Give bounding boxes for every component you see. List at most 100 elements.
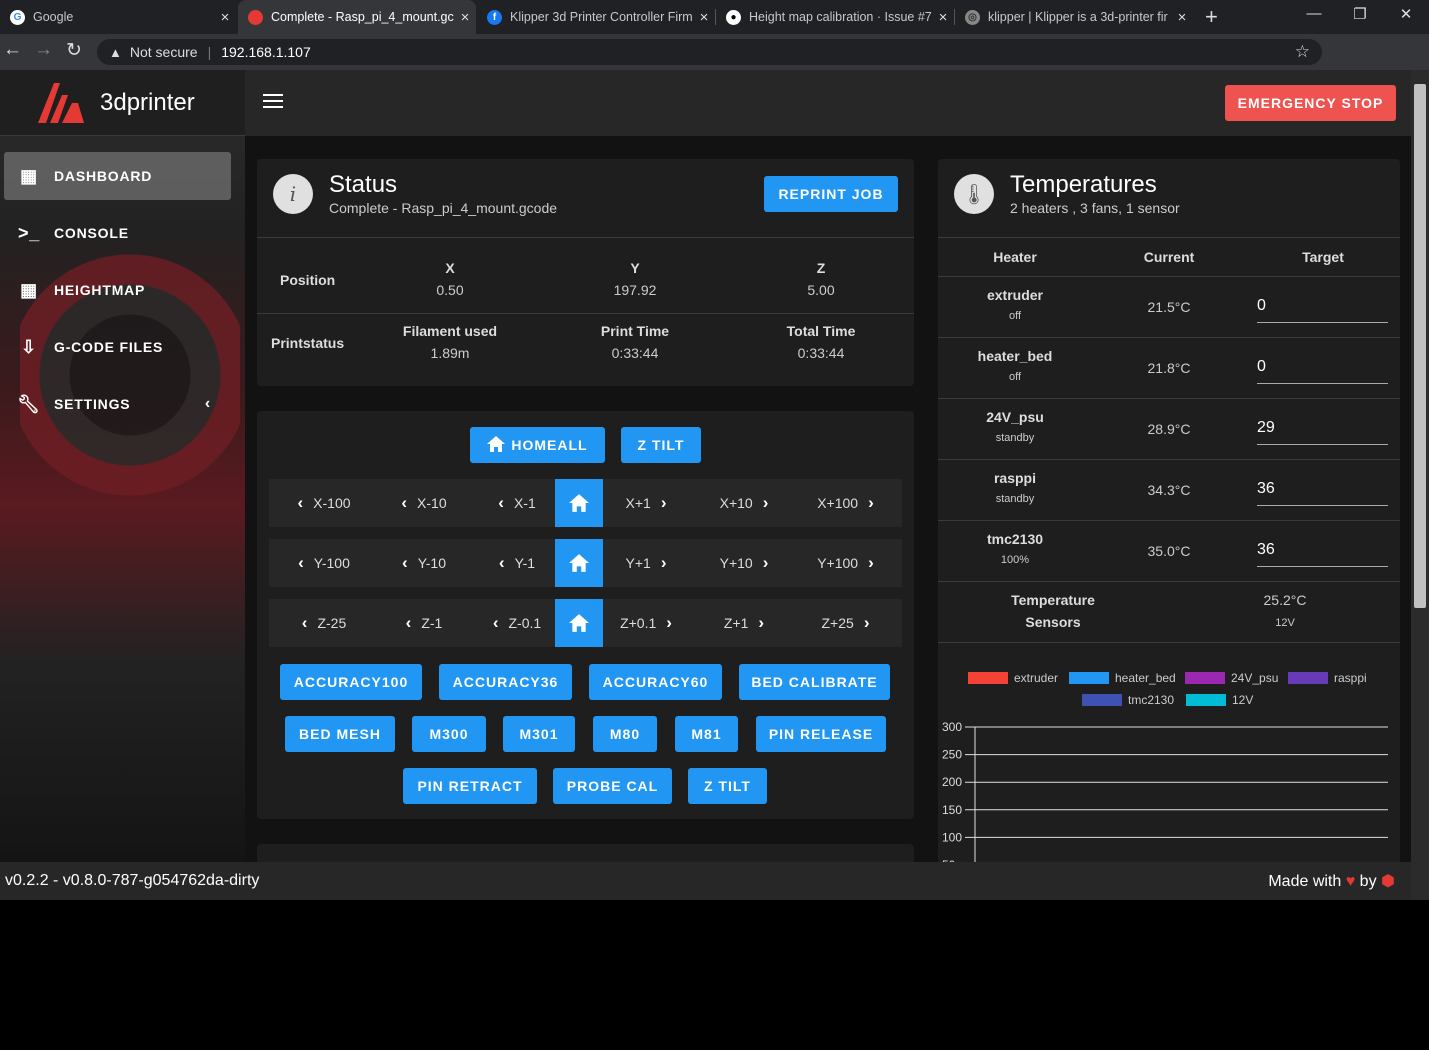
macro-bed-calibrate-button[interactable]: BED CALIBRATE bbox=[739, 664, 890, 700]
macro-accuracy36-button[interactable]: ACCURACY36 bbox=[439, 664, 572, 700]
macro-m81-button[interactable]: M81 bbox=[675, 716, 738, 752]
homeall-button[interactable]: HOMEALL bbox=[470, 427, 605, 463]
close-tab-icon[interactable]: × bbox=[454, 9, 476, 26]
legend-tmc2130[interactable]: tmc2130 bbox=[1082, 693, 1174, 707]
sidebar-item-gcode-files[interactable]: ⇩ G-CODE FILES bbox=[4, 323, 231, 371]
legend-heater-bed[interactable]: heater_bed bbox=[1069, 671, 1176, 685]
scrollbar-thumb[interactable] bbox=[1414, 84, 1426, 608]
tab-google[interactable]: G Google × bbox=[0, 0, 236, 34]
jog-y-plus-10[interactable]: Y+10 › bbox=[699, 539, 799, 587]
back-icon[interactable]: ← bbox=[3, 39, 22, 61]
jog-z-minus-1[interactable]: ‹ Z-1 bbox=[369, 599, 469, 647]
home-x-button[interactable] bbox=[555, 479, 603, 527]
jog-z-minus-25[interactable]: ‹ Z-25 bbox=[269, 599, 369, 647]
tab-klipper[interactable]: ◎ klipper | Klipper is a 3d-printer fir … bbox=[955, 0, 1193, 34]
legend-label: heater_bed bbox=[1115, 671, 1176, 685]
close-tab-icon[interactable]: × bbox=[932, 9, 954, 26]
reload-icon[interactable]: ↻ bbox=[66, 39, 82, 62]
chevron-right-icon: › bbox=[660, 493, 667, 512]
tab-facebook[interactable]: f Klipper 3d Printer Controller Firm × bbox=[477, 0, 715, 34]
jog-label: Y+1 bbox=[625, 555, 651, 571]
minimize-icon[interactable]: — bbox=[1299, 5, 1329, 22]
stat-label: Print Time bbox=[600, 323, 670, 339]
maximize-icon[interactable]: ❐ bbox=[1345, 5, 1375, 23]
home-y-button[interactable] bbox=[555, 539, 603, 587]
new-tab-icon[interactable]: + bbox=[1205, 4, 1218, 30]
macro-m300-button[interactable]: M300 bbox=[412, 716, 486, 752]
close-tab-icon[interactable]: × bbox=[693, 9, 715, 26]
fan-row-24v-psu: 24V_psu standby 28.9°C 29 bbox=[938, 398, 1400, 459]
jog-z-plus-1[interactable]: Z+1 › bbox=[699, 599, 799, 647]
jog-z-minus-0-1[interactable]: ‹ Z-0.1 bbox=[469, 599, 555, 647]
legend-12v[interactable]: 12V bbox=[1186, 693, 1253, 707]
mainsail-app: 3dprinter ▦ DASHBOARD >_ CONSOLE ▦ HEIGH… bbox=[0, 70, 1429, 900]
heater-target-input[interactable]: 29 bbox=[1257, 411, 1388, 445]
close-tab-icon[interactable]: × bbox=[214, 9, 236, 26]
app-logo[interactable]: 3dprinter bbox=[0, 70, 245, 136]
warning-icon: ▲ bbox=[109, 44, 122, 60]
jog-x-plus-1[interactable]: X+1 › bbox=[603, 479, 699, 527]
macro-pin-release-button[interactable]: PIN RELEASE bbox=[756, 716, 886, 752]
legend-extruder[interactable]: extruder bbox=[968, 671, 1058, 685]
macro-accuracy60-button[interactable]: ACCURACY60 bbox=[589, 664, 722, 700]
jog-y-plus-1[interactable]: Y+1 › bbox=[603, 539, 699, 587]
heater-target-input[interactable]: 36 bbox=[1257, 533, 1388, 567]
app-name: 3dprinter bbox=[100, 88, 195, 116]
legend-swatch bbox=[1288, 672, 1328, 684]
tab-github[interactable]: ● Height map calibration · Issue #7 × bbox=[716, 0, 954, 34]
legend-24v-psu[interactable]: 24V_psu bbox=[1185, 671, 1278, 685]
macro-m301-button[interactable]: M301 bbox=[503, 716, 575, 752]
jog-label: X-10 bbox=[417, 495, 447, 511]
z-tilt-button[interactable]: Z TILT bbox=[621, 427, 701, 463]
tab-title: Complete - Rasp_pi_4_mount.gco bbox=[271, 10, 454, 24]
macro-z-tilt-button[interactable]: Z TILT bbox=[688, 768, 767, 804]
macro-accuracy100-button[interactable]: ACCURACY100 bbox=[280, 664, 422, 700]
security-label: Not secure bbox=[129, 44, 198, 60]
close-window-icon[interactable]: ✕ bbox=[1391, 5, 1421, 23]
status-filename: Complete - Rasp_pi_4_mount.gcode bbox=[329, 200, 558, 216]
temperatures-subtitle: 2 heaters , 3 fans, 1 sensor bbox=[1010, 200, 1180, 216]
jog-y-minus-100[interactable]: ‹ Y-100 bbox=[269, 539, 369, 587]
home-z-button[interactable] bbox=[555, 599, 603, 647]
dashboard-icon: ▦ bbox=[20, 165, 38, 186]
url-text[interactable]: 192.168.1.107 bbox=[221, 44, 311, 60]
address-bar[interactable]: ▲ Not secure | 192.168.1.107 ☆ bbox=[97, 39, 1322, 65]
jog-x-plus-100[interactable]: X+100 › bbox=[799, 479, 902, 527]
menu-icon[interactable] bbox=[263, 94, 283, 110]
jog-x-minus-10[interactable]: ‹ X-10 bbox=[369, 479, 469, 527]
heater-name: heater_bed bbox=[977, 348, 1053, 364]
chevron-left-icon[interactable]: ‹ bbox=[205, 395, 211, 413]
sidebar-item-dashboard[interactable]: ▦ DASHBOARD bbox=[4, 152, 231, 200]
chevron-left-icon: ‹ bbox=[298, 553, 304, 572]
macro-pin-retract-button[interactable]: PIN RETRACT bbox=[403, 768, 537, 804]
macro-bed-mesh-button[interactable]: BED MESH bbox=[285, 716, 395, 752]
jog-x-minus-100[interactable]: ‹ X-100 bbox=[269, 479, 369, 527]
fan-row-tmc2130: tmc2130 100% 35.0°C 36 bbox=[938, 520, 1400, 581]
bookmark-star-icon[interactable]: ☆ bbox=[1295, 42, 1310, 62]
jog-x-minus-1[interactable]: ‹ X-1 bbox=[469, 479, 555, 527]
jog-z-plus-0-1[interactable]: Z+0.1 › bbox=[603, 599, 699, 647]
jog-x-plus-10[interactable]: X+10 › bbox=[699, 479, 799, 527]
sidebar-item-console[interactable]: >_ CONSOLE bbox=[4, 209, 231, 257]
tab-printer[interactable]: Complete - Rasp_pi_4_mount.gco × bbox=[238, 0, 476, 34]
close-tab-icon[interactable]: × bbox=[1171, 9, 1193, 26]
y-tick-label: 200 bbox=[942, 775, 962, 789]
page-scrollbar[interactable] bbox=[1411, 70, 1429, 900]
macro-probe-cal-button[interactable]: PROBE CAL bbox=[553, 768, 672, 804]
legend-rasppi[interactable]: rasppi bbox=[1288, 671, 1367, 685]
sidebar-item-heightmap[interactable]: ▦ HEIGHTMAP bbox=[4, 266, 231, 314]
heater-target-input[interactable]: 0 bbox=[1257, 289, 1388, 323]
jog-y-minus-10[interactable]: ‹ Y-10 bbox=[369, 539, 469, 587]
heater-target-input[interactable]: 36 bbox=[1257, 472, 1388, 506]
reprint-job-button[interactable]: REPRINT JOB bbox=[764, 176, 898, 212]
emergency-stop-button[interactable]: EMERGENCY STOP bbox=[1225, 85, 1396, 121]
jog-y-plus-100[interactable]: Y+100 › bbox=[799, 539, 902, 587]
macro-m80-button[interactable]: M80 bbox=[593, 716, 657, 752]
temperatures-card: 🌡︎ Temperatures 2 heaters , 3 fans, 1 se… bbox=[938, 159, 1400, 862]
jog-y-minus-1[interactable]: ‹ Y-1 bbox=[469, 539, 555, 587]
by-label: by bbox=[1359, 873, 1377, 890]
heater-target-input[interactable]: 0 bbox=[1257, 350, 1388, 384]
sidebar-item-settings[interactable]: 🔧︎ SETTINGS ‹ bbox=[4, 380, 231, 428]
jog-z-plus-25[interactable]: Z+25 › bbox=[799, 599, 902, 647]
forward-icon[interactable]: → bbox=[34, 39, 53, 61]
